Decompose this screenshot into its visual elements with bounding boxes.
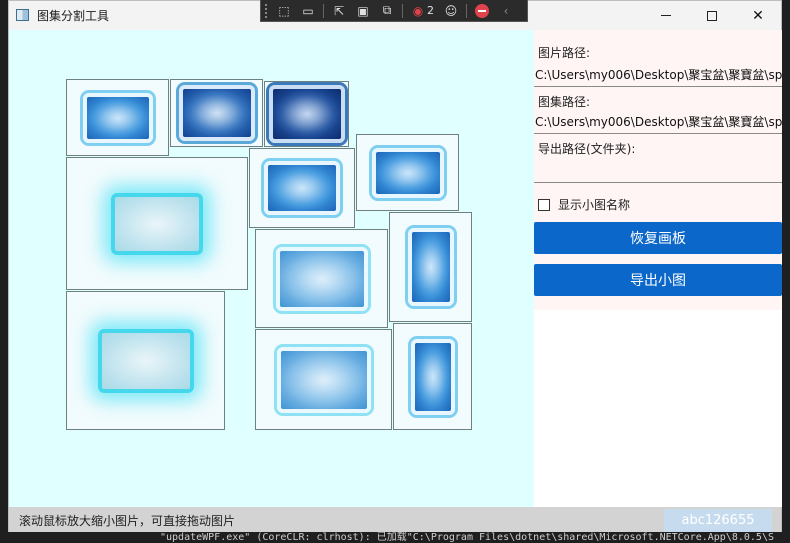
video-icon: ▭ (302, 3, 314, 18)
sprite-tile[interactable] (170, 79, 263, 147)
minimize-icon (661, 15, 671, 16)
accessibility-button[interactable]: ☺ (440, 2, 462, 20)
background-console-output: "updateWPF.exe" (CoreCLR: clrhost): 已加载"… (0, 532, 790, 543)
pointer-icon: ⇱ (333, 3, 345, 18)
hot-reload-button[interactable]: ◉ (407, 2, 429, 20)
show-names-row[interactable]: 显示小图名称 (538, 196, 630, 213)
window-title: 图集分割工具 (37, 9, 110, 23)
stop-icon (475, 3, 489, 18)
grip-handle[interactable] (265, 3, 271, 18)
pointer-button[interactable]: ⇱ (328, 2, 350, 20)
video-button[interactable]: ▭ (297, 2, 319, 20)
app-window: 图集分割工具 ✕ 图片路径: C:\Users\my006\Desktop\聚宝… (8, 0, 782, 532)
atlas-canvas[interactable] (9, 30, 534, 507)
sprite-tile[interactable] (356, 134, 459, 211)
toolbar-separator (402, 3, 403, 18)
sprite-tile[interactable] (389, 212, 472, 322)
sprite-tile[interactable] (66, 157, 248, 290)
image-path-label: 图片路径: (538, 46, 591, 60)
sprite-tile[interactable] (393, 323, 472, 430)
close-icon: ✕ (752, 7, 764, 24)
image-path-field[interactable]: C:\Users\my006\Desktop\聚宝盆\聚寶盆\spi (534, 64, 782, 87)
sprite-tile[interactable] (255, 329, 392, 430)
sprite-tile[interactable] (66, 291, 225, 430)
atlas-path-field[interactable]: C:\Users\my006\Desktop\聚宝盆\聚寶盆\spi (534, 111, 782, 134)
settings-panel: 图片路径: C:\Users\my006\Desktop\聚宝盆\聚寶盆\spi… (534, 30, 782, 310)
status-tag: abc126655 (664, 509, 772, 532)
status-bar: 滚动鼠标放大缩小图片，可直接拖动图片 abc126655 (9, 507, 781, 532)
collapse-icon: ‹ (503, 3, 509, 18)
panel-blank-area (534, 310, 782, 507)
close-button[interactable]: ✕ (735, 1, 781, 30)
sprite-tile[interactable] (66, 79, 169, 156)
show-names-label: 显示小图名称 (558, 198, 631, 212)
hot-reload-icon: ◉ (412, 3, 424, 18)
app-icon (16, 9, 29, 21)
select-element-button[interactable]: ⬚ (273, 2, 295, 20)
accessibility-icon: ☺ (444, 3, 458, 18)
stop-button[interactable] (471, 2, 493, 20)
display-layout-icon: ▣ (357, 3, 369, 18)
export-sprites-button[interactable]: 导出小图 (534, 264, 782, 296)
show-names-checkbox[interactable] (538, 198, 550, 211)
debug-toolbar: ⬚ ▭ ⇱ ▣ ⧉ ◉ 2 ☺ ‹ (260, 0, 528, 22)
track-focus-button[interactable]: ⧉ (376, 2, 398, 20)
hot-reload-count: 2 (427, 4, 434, 17)
sprite-tile[interactable] (249, 148, 355, 228)
sprite-tile[interactable] (255, 229, 388, 328)
collapse-toolbar-button[interactable]: ‹ (495, 2, 517, 20)
background-editor-right (782, 0, 790, 543)
sprite-tile[interactable] (264, 81, 349, 147)
display-layout-button[interactable]: ▣ (352, 2, 374, 20)
export-path-field[interactable] (534, 160, 782, 183)
maximize-button[interactable] (689, 1, 735, 30)
background-editor-left (0, 0, 8, 543)
reset-canvas-button[interactable]: 恢复画板 (534, 222, 782, 254)
maximize-icon (707, 10, 717, 21)
status-hint: 滚动鼠标放大缩小图片，可直接拖动图片 (19, 514, 236, 528)
toolbar-separator (323, 3, 324, 18)
export-path-label: 导出路径(文件夹): (538, 142, 636, 156)
toolbar-separator (466, 3, 467, 18)
track-focus-icon: ⧉ (382, 3, 392, 17)
select-element-icon: ⬚ (278, 3, 290, 18)
minimize-button[interactable] (643, 1, 689, 30)
atlas-path-label: 图集路径: (538, 95, 591, 109)
